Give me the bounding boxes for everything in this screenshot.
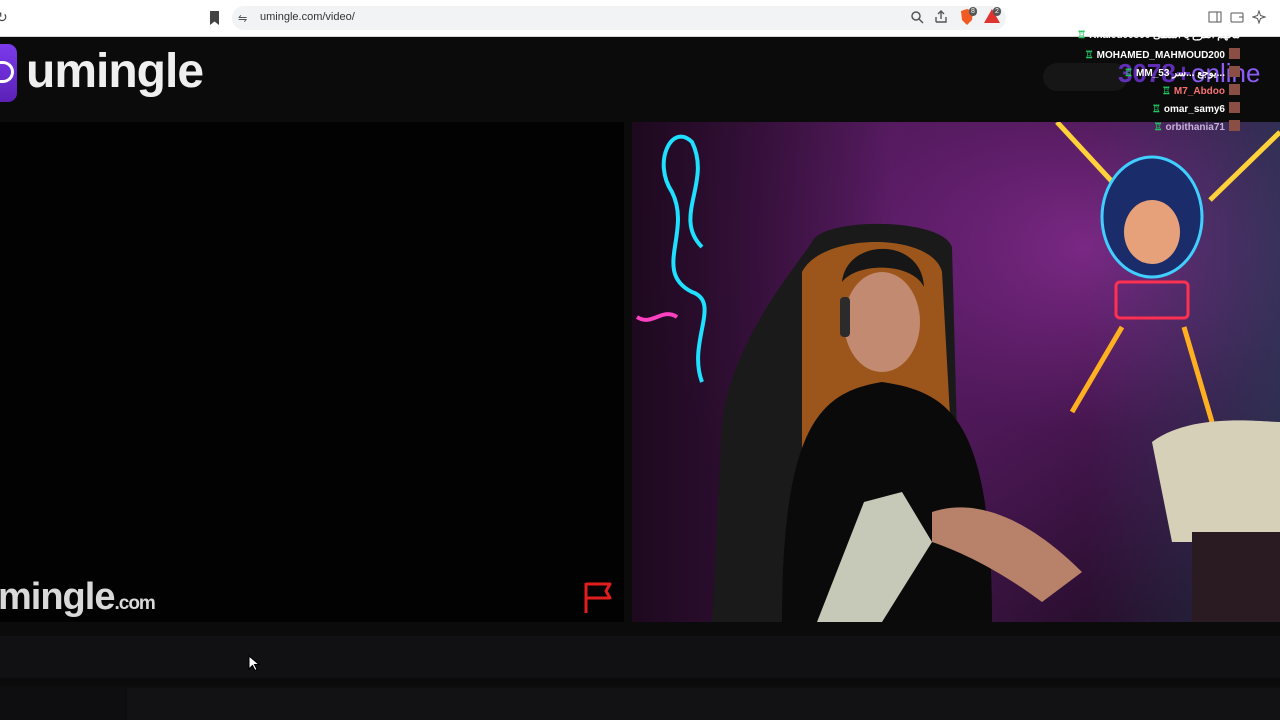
chat-avatar [1229, 84, 1240, 95]
chat-username: MM_53 [1136, 68, 1170, 79]
logo-icon[interactable] [0, 44, 17, 102]
chat-message: ♖ M7_Abdoo [1162, 84, 1240, 100]
chat-text: يوجع ...سر... [1172, 68, 1225, 79]
leo-icon[interactable] [1252, 10, 1266, 24]
sidebar-icon[interactable] [1208, 10, 1222, 24]
site-info-icon[interactable]: ⇋ [238, 12, 247, 25]
brave-rewards-badge: 2 [993, 7, 1001, 16]
stranger-video [0, 122, 624, 622]
chat-message: ♖ MM_53 يوجع ...سر... [1124, 66, 1240, 82]
chat-input-area[interactable] [127, 688, 1280, 720]
url-text[interactable]: umingle.com/video/ [260, 11, 355, 23]
chat-username: MOHAMED_MAHMOUD200 [1096, 50, 1225, 61]
flag-icon[interactable] [582, 580, 618, 614]
self-camera-video [632, 122, 1280, 622]
bookmark-icon[interactable] [209, 11, 220, 25]
chat-avatar [1229, 66, 1240, 77]
chat-message: ♖ orbithania71 [1154, 120, 1240, 136]
watermark-text: mingle [0, 576, 115, 618]
chat-username: Khaled00800 [1089, 30, 1151, 41]
chat-message: ♖ omar_samy6 [1152, 102, 1240, 118]
mouse-cursor-icon [248, 655, 260, 671]
chat-avatar [1229, 102, 1240, 113]
watermark-suffix: .com [114, 593, 155, 614]
online-counter-background [1043, 63, 1128, 91]
controls-strip[interactable] [0, 636, 1280, 678]
share-icon[interactable] [934, 10, 948, 24]
chat-avatar [1229, 120, 1240, 131]
chat-message: ♖ MOHAMED_MAHMOUD200 [1085, 48, 1240, 64]
video-watermark: mingle.com [0, 576, 156, 619]
brave-shields-badge: 8 [969, 7, 977, 16]
chat-message: ♖ Khaled00800 مالهم الفرع يا اسطى [1077, 30, 1240, 41]
chat-username: omar_samy6 [1163, 104, 1225, 115]
reload-icon[interactable]: ↻ [0, 9, 8, 26]
site-logo[interactable]: umingle [26, 44, 204, 99]
chat-text: مالهم الفرع يا اسطى [1153, 30, 1240, 41]
chat-username: M7_Abdoo [1173, 86, 1225, 97]
camera-scene [635, 122, 1280, 622]
chat-avatar [1229, 48, 1240, 59]
chat-username: orbithania71 [1165, 122, 1225, 133]
zoom-icon[interactable] [910, 10, 924, 24]
wallet-icon[interactable] [1230, 10, 1244, 24]
